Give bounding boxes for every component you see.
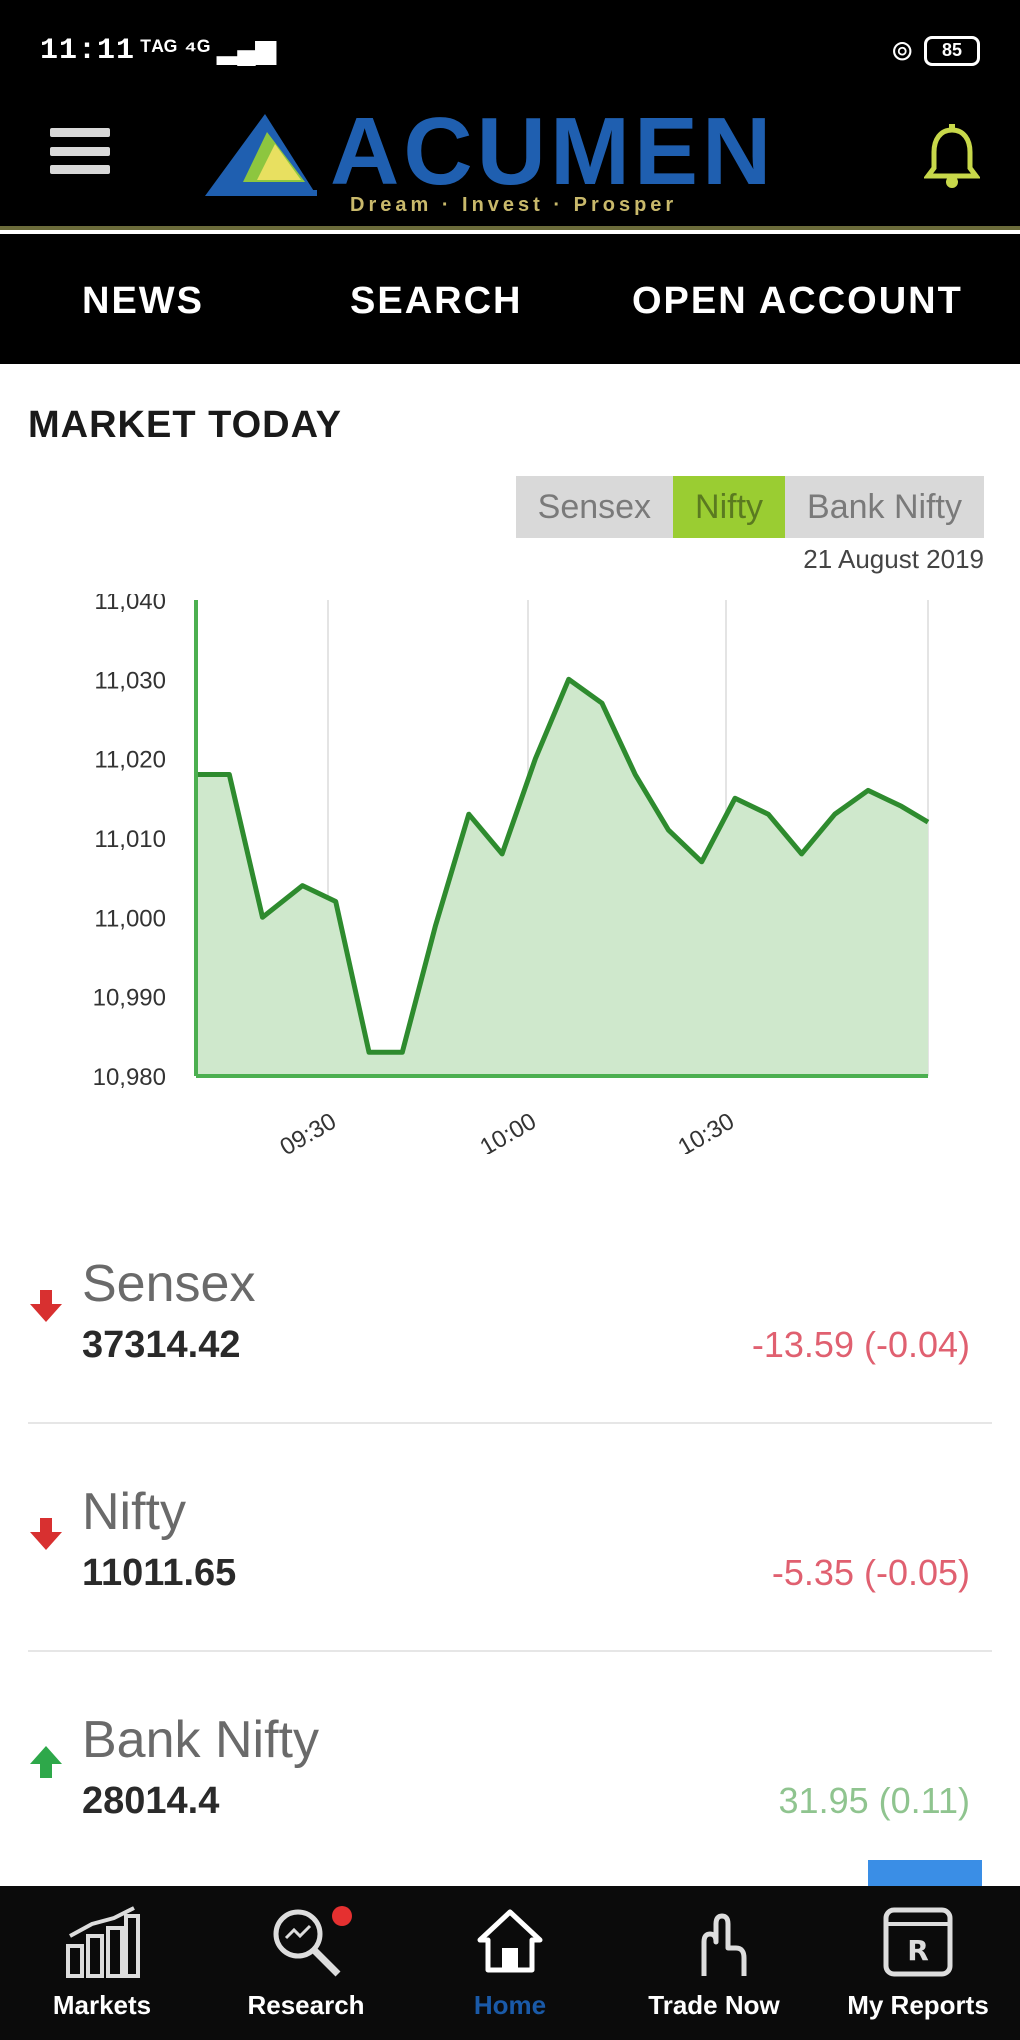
menu-icon[interactable] (50, 128, 110, 174)
signal-indicators: ᵀᴬᴳ ⁴ᴳ ▂▄▆ (140, 34, 276, 64)
nav-open-account[interactable]: OPEN ACCOUNT (632, 280, 963, 323)
down-arrow-icon (30, 1518, 62, 1550)
y-tick-label: 11,010 (94, 826, 166, 853)
notification-bell-icon[interactable] (924, 124, 980, 190)
y-tick-label: 11,020 (94, 747, 166, 774)
index-row-sensex[interactable]: Sensex 37314.42 -13.59 (-0.04) (0, 1244, 1020, 1464)
divider (28, 1650, 992, 1652)
status-right: ⊚ 85 (891, 34, 980, 67)
index-selector: Sensex Nifty Bank Nifty (515, 476, 984, 538)
divider (28, 1422, 992, 1424)
nav-search[interactable]: SEARCH (350, 280, 522, 323)
logo-text: ACUMEN (330, 98, 776, 205)
x-tick-label: 09:30 (275, 1108, 341, 1154)
market-today-title: MARKET TODAY (28, 404, 342, 446)
y-tick-label: 11,030 (94, 667, 166, 694)
index-change: 31.95 (0.11) (778, 1780, 970, 1821)
logo-tagline: Dream · Invest · Prosper (350, 194, 678, 216)
y-tick-label: 11,000 (94, 905, 166, 932)
nav-news[interactable]: NEWS (82, 280, 204, 323)
battery-icon: 85 (924, 35, 980, 66)
markets-icon (66, 1906, 140, 1978)
index-change: -13.59 (-0.04) (751, 1324, 970, 1365)
area-fill (196, 679, 928, 1076)
y-tick-label: 11,040 (94, 594, 166, 615)
bottom-nav: Markets Research Home Trade Now R My Rep… (0, 1886, 1020, 2040)
bottom-nav-label: Markets (52, 1990, 152, 2020)
top-nav: NEWS SEARCH OPEN ACCOUNT (0, 234, 1020, 364)
index-change: -5.35 (-0.05) (771, 1552, 970, 1593)
tab-nifty[interactable]: Nifty (673, 476, 786, 538)
up-arrow-icon (30, 1746, 62, 1778)
home-icon (477, 1909, 543, 1973)
bottom-nav-label: Research (247, 1990, 365, 2020)
logo-mark-icon (205, 114, 317, 196)
bottom-nav-label: My Reports (847, 1990, 989, 2020)
bottom-nav-research[interactable]: Research (204, 1886, 408, 2040)
index-name: Nifty (82, 1483, 186, 1541)
down-arrow-icon (30, 1290, 62, 1322)
index-value: 37314.42 (82, 1324, 241, 1366)
trade-now-icon (701, 1913, 747, 1976)
index-name: Bank Nifty (82, 1711, 319, 1769)
notification-dot (332, 1906, 352, 1926)
my-reports-icon: R (883, 1907, 953, 1977)
tab-sensex[interactable]: Sensex (516, 476, 673, 538)
tab-bank-nifty[interactable]: Bank Nifty (785, 476, 984, 538)
index-value: 11011.65 (82, 1552, 237, 1594)
bottom-nav-trade-now[interactable]: Trade Now (612, 1886, 816, 2040)
battery-level: 85 (941, 40, 963, 60)
bottom-nav-label: Trade Now (648, 1990, 780, 2020)
bottom-nav-markets[interactable]: Markets (0, 1886, 204, 2040)
main-content: MARKET TODAY Sensex Nifty Bank Nifty 21 … (0, 364, 1020, 1890)
y-tick-label: 10,990 (93, 985, 166, 1012)
alarm-icon: ⊚ (890, 35, 914, 66)
bottom-nav-home[interactable]: Home (408, 1886, 612, 2040)
index-name: Sensex (82, 1255, 256, 1313)
nifty-intraday-chart: 11,040 11,030 11,020 11,010 11,000 10,990 10,9… (93, 594, 930, 1154)
chart-date: 21 August 2019 (803, 544, 984, 574)
index-value: 28014.4 (82, 1780, 220, 1822)
index-row-nifty[interactable]: Nifty 11011.65 -5.35 (-0.05) (0, 1472, 1020, 1692)
status-time: 11:11 (40, 34, 136, 68)
x-tick-label: 10:00 (475, 1108, 541, 1154)
bottom-nav-my-reports[interactable]: R My Reports (816, 1886, 1020, 2040)
svg-text:R: R (907, 1934, 929, 1967)
acumen-logo: ACUMEN Dream · Invest · Prosper (205, 98, 805, 216)
y-tick-label: 10,980 (93, 1064, 166, 1091)
app-header: ACUMEN Dream · Invest · Prosper (0, 80, 1020, 230)
x-tick-label: 10:30 (673, 1108, 739, 1154)
bottom-nav-label: Home (473, 1990, 547, 2020)
